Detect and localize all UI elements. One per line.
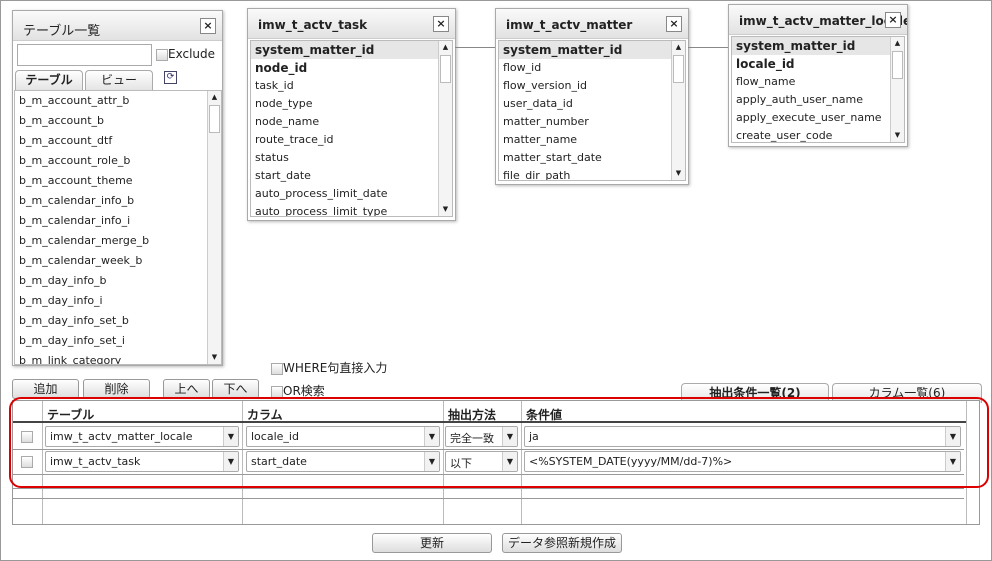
create-data-reference-button[interactable]: データ参照新規作成 xyxy=(502,533,622,553)
panel-title: テーブル一覧 xyxy=(23,24,101,39)
column-list: system_matter_id flow_id flow_version_id us… xyxy=(498,40,686,181)
where-direct-label: WHERE句直接入力 xyxy=(283,361,388,375)
entity-title: imw_t_actv_matter xyxy=(506,18,633,32)
column-item[interactable]: create_user_code xyxy=(732,127,904,142)
entity-title: imw_t_actv_task xyxy=(258,18,368,32)
column-item[interactable]: node_name xyxy=(251,113,452,131)
column-item[interactable]: matter_start_date xyxy=(499,149,685,167)
column-item[interactable]: locale_id xyxy=(732,55,904,73)
column-item[interactable]: node_id xyxy=(251,59,452,77)
table-list: b_m_account_attr_b b_m_account_b b_m_accou… xyxy=(14,90,222,365)
table-list-item[interactable]: b_m_day_info_set_b xyxy=(15,311,221,331)
table-list-item[interactable]: b_m_day_info_set_i xyxy=(15,331,221,351)
exclude-label: Exclude xyxy=(168,47,216,61)
column-item[interactable]: start_date xyxy=(251,167,452,185)
close-icon[interactable]: × xyxy=(433,16,449,32)
relation-line xyxy=(688,47,728,48)
column-item[interactable]: file_dir_path xyxy=(499,167,685,180)
table-search-input[interactable] xyxy=(17,44,152,66)
column-item[interactable]: apply_auth_user_name xyxy=(732,91,904,109)
scrollbar[interactable]: ▲ ▼ xyxy=(890,37,904,142)
add-button[interactable]: 追加 xyxy=(12,379,79,399)
close-icon[interactable]: × xyxy=(200,18,216,34)
column-item[interactable]: status xyxy=(251,149,452,167)
column-list: system_matter_id node_id task_id node_type n… xyxy=(250,40,453,217)
table-list-item[interactable]: b_m_calendar_info_b xyxy=(15,191,221,211)
table-list-item[interactable]: b_m_account_role_b xyxy=(15,151,221,171)
column-item[interactable]: node_type xyxy=(251,95,452,113)
scrollbar[interactable]: ▲ ▼ xyxy=(438,41,452,216)
table-list-item[interactable]: b_m_day_info_i xyxy=(15,291,221,311)
exclude-checkbox[interactable]: Exclude xyxy=(156,47,215,61)
column-item[interactable]: apply_execute_user_name xyxy=(732,109,904,127)
table-list-item[interactable]: b_m_account_theme xyxy=(15,171,221,191)
relation-line xyxy=(455,47,495,48)
column-item[interactable]: system_matter_id xyxy=(499,41,685,59)
column-item[interactable]: flow_name xyxy=(732,73,904,91)
table-list-item[interactable]: b_m_calendar_week_b xyxy=(15,251,221,271)
column-item[interactable]: system_matter_id xyxy=(732,37,904,55)
entity-box[interactable]: imw_t_actv_matter × system_matter_id flow_i… xyxy=(495,8,689,185)
column-item[interactable]: matter_name xyxy=(499,131,685,149)
column-item[interactable]: matter_number xyxy=(499,113,685,131)
close-icon[interactable]: × xyxy=(666,16,682,32)
tab-table[interactable]: テーブル xyxy=(15,70,83,90)
table-list-item[interactable]: b_m_calendar_info_i xyxy=(15,211,221,231)
delete-button[interactable]: 削除 xyxy=(83,379,150,399)
highlight-box xyxy=(9,397,989,488)
move-up-button[interactable]: 上へ xyxy=(163,379,210,399)
entity-title: imw_t_actv_matter_locale xyxy=(739,14,907,28)
entity-header[interactable]: imw_t_actv_matter × xyxy=(496,9,688,39)
entity-header[interactable]: imw_t_actv_matter_locale × xyxy=(729,5,907,35)
column-item[interactable]: auto_process_limit_type xyxy=(251,203,452,216)
column-item[interactable]: route_trace_id xyxy=(251,131,452,149)
refresh-icon[interactable]: ⟳ xyxy=(164,71,177,84)
table-list-item[interactable]: b_m_account_dtf xyxy=(15,131,221,151)
close-icon[interactable]: × xyxy=(885,12,901,28)
checkbox-box xyxy=(271,362,283,375)
column-list: system_matter_id locale_id flow_name apply_… xyxy=(731,36,905,143)
tab-view[interactable]: ビュー xyxy=(85,70,153,90)
entity-box[interactable]: imw_t_actv_matter_locale × system_matter_i… xyxy=(728,4,908,147)
or-search-label: OR検索 xyxy=(283,384,325,398)
table-list-item[interactable]: b_m_account_attr_b xyxy=(15,91,221,111)
column-item[interactable]: flow_id xyxy=(499,59,685,77)
panel-header: テーブル一覧 × xyxy=(13,11,222,41)
scrollbar[interactable]: ▲ ▼ xyxy=(671,41,685,180)
table-list-item[interactable]: b_m_day_info_b xyxy=(15,271,221,291)
column-item[interactable]: system_matter_id xyxy=(251,41,452,59)
column-item[interactable]: task_id xyxy=(251,77,452,95)
update-button[interactable]: 更新 xyxy=(372,533,492,553)
column-item[interactable]: user_data_id xyxy=(499,95,685,113)
table-list-item[interactable]: b_m_account_b xyxy=(15,111,221,131)
entity-header[interactable]: imw_t_actv_task × xyxy=(248,9,455,39)
where-direct-checkbox[interactable]: WHERE句直接入力 xyxy=(271,359,387,376)
column-item[interactable]: auto_process_limit_date xyxy=(251,185,452,203)
checkbox-box xyxy=(271,385,283,398)
entity-box[interactable]: imw_t_actv_task × system_matter_id node_id t… xyxy=(247,8,456,221)
table-list-panel: テーブル一覧 × Exclude テーブル ビュー ⟳ b_m_account_a… xyxy=(12,10,223,366)
move-down-button[interactable]: 下へ xyxy=(212,379,259,399)
table-list-item[interactable]: b_m_calendar_merge_b xyxy=(15,231,221,251)
table-list-item[interactable]: b_m_link_category xyxy=(15,351,221,364)
column-item[interactable]: flow_version_id xyxy=(499,77,685,95)
scrollbar[interactable]: ▲ ▼ xyxy=(207,91,221,364)
checkbox-box xyxy=(156,48,168,61)
